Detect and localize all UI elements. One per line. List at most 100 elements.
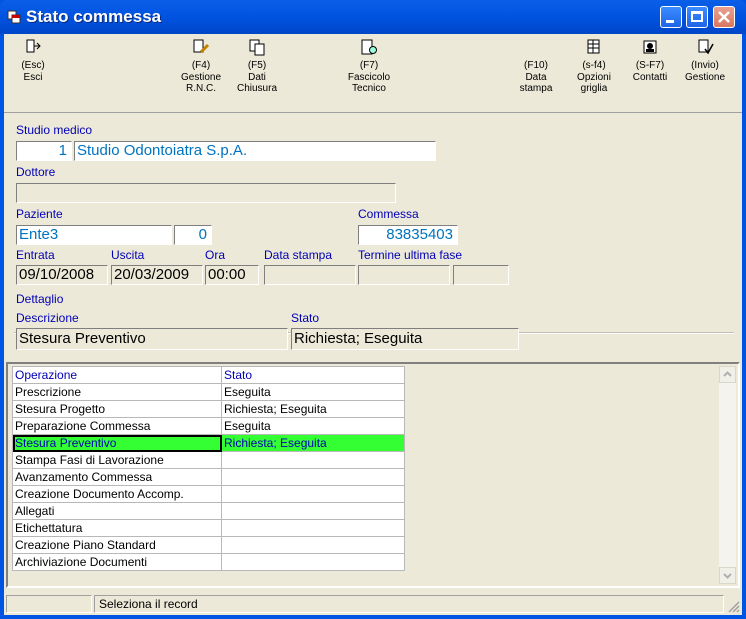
- table-row[interactable]: Stesura Preventivo Richiesta; Eseguita: [12, 434, 405, 452]
- cell-stato[interactable]: [221, 536, 405, 554]
- grid-header-operazione[interactable]: Operazione: [12, 366, 222, 384]
- cell-stato[interactable]: Richiesta; Eseguita: [221, 434, 405, 452]
- cell-stato[interactable]: [221, 451, 405, 469]
- opzioni-griglia-key: (s-f4): [582, 60, 606, 71]
- vertical-scrollbar[interactable]: [719, 366, 736, 584]
- commessa-field[interactable]: 83835403: [358, 225, 458, 245]
- table-row[interactable]: Creazione Piano Standard: [12, 536, 405, 554]
- window-title: Stato commessa: [26, 7, 162, 26]
- data-stampa-key: (F10): [524, 60, 548, 71]
- scroll-up-button[interactable]: [719, 366, 736, 383]
- dati-chiusura-key: (F5): [247, 60, 267, 71]
- status-cell-left: [6, 595, 92, 613]
- contatti-label: Contatti: [632, 71, 668, 83]
- form-panel: Studio medico 1 Studio Odontoiatra S.p.A…: [4, 117, 742, 361]
- opzioni-griglia-label1: Opzioni: [577, 71, 611, 83]
- cell-operazione[interactable]: Archiviazione Documenti: [12, 553, 222, 571]
- paziente-name-field[interactable]: Ente3: [16, 225, 172, 245]
- ora-label: Ora: [205, 248, 226, 262]
- entrata-label: Entrata: [16, 248, 55, 262]
- exit-door-icon: [26, 39, 41, 53]
- entrata-field[interactable]: 09/10/2008: [16, 265, 108, 285]
- cell-stato[interactable]: [221, 468, 405, 486]
- status-text: Seleziona il record: [94, 595, 724, 613]
- cell-operazione[interactable]: Avanzamento Commessa: [12, 468, 222, 486]
- table-row[interactable]: Stampa Fasi di Lavorazione: [12, 451, 405, 469]
- uscita-field[interactable]: 20/03/2009: [111, 265, 203, 285]
- gestione-label: Gestione: [684, 71, 726, 83]
- cell-operazione[interactable]: Preparazione Commessa: [12, 417, 222, 435]
- table-row[interactable]: Etichettatura: [12, 519, 405, 537]
- fascicolo-tecnico-label2: Tecnico: [352, 83, 386, 94]
- dati-chiusura-label1: Dati: [248, 71, 266, 83]
- gestione-button[interactable]: (Invio) Gestione: [682, 38, 728, 83]
- operations-grid[interactable]: Operazione Stato Prescrizione Eseguita Ste…: [6, 362, 740, 588]
- table-row[interactable]: Creazione Documento Accomp.: [12, 485, 405, 503]
- descrizione-field[interactable]: Stesura Preventivo: [16, 328, 288, 350]
- descrizione-label: Descrizione: [16, 311, 79, 325]
- app-icon: [7, 10, 21, 24]
- cell-operazione[interactable]: Prescrizione: [12, 383, 222, 401]
- gestione-rnc-label1: Gestione: [180, 71, 222, 83]
- gestione-rnc-key: (F4): [191, 60, 211, 71]
- exit-label: Esci: [23, 71, 43, 83]
- stato-label: Stato: [291, 311, 320, 325]
- paziente-label: Paziente: [16, 207, 63, 221]
- cell-stato[interactable]: Eseguita: [221, 383, 405, 401]
- cell-stato[interactable]: [221, 519, 405, 537]
- table-row[interactable]: Avanzamento Commessa: [12, 468, 405, 486]
- studio-name-field[interactable]: Studio Odontoiatra S.p.A.: [74, 141, 436, 161]
- cell-operazione[interactable]: Etichettatura: [12, 519, 222, 537]
- cell-operazione[interactable]: Stampa Fasi di Lavorazione: [12, 451, 222, 469]
- cell-stato[interactable]: [221, 502, 405, 520]
- close-button[interactable]: [713, 6, 735, 28]
- termine-field-2[interactable]: [453, 265, 509, 285]
- ora-field[interactable]: 00:00: [205, 265, 259, 285]
- gestione-rnc-label2: R.N.C.: [186, 83, 216, 94]
- cell-operazione[interactable]: Allegati: [12, 502, 222, 520]
- cell-operazione[interactable]: Stesura Progetto: [12, 400, 222, 418]
- contatti-button[interactable]: (S-F7) Contatti: [628, 38, 672, 83]
- table-row[interactable]: Stesura Progetto Richiesta; Eseguita: [12, 400, 405, 418]
- cell-operazione[interactable]: Creazione Piano Standard: [12, 536, 222, 554]
- cell-stato[interactable]: Eseguita: [221, 417, 405, 435]
- fascicolo-tecnico-key: (F7): [359, 60, 379, 71]
- studio-code-field[interactable]: 1: [16, 141, 72, 161]
- data-stampa-label2: stampa: [519, 83, 553, 94]
- table-row[interactable]: Allegati: [12, 502, 405, 520]
- data-stampa-field[interactable]: [264, 265, 356, 285]
- scroll-down-button[interactable]: [719, 567, 736, 584]
- table-row[interactable]: Archiviazione Documenti: [12, 553, 405, 571]
- commessa-label: Commessa: [358, 207, 419, 221]
- cell-stato[interactable]: [221, 485, 405, 503]
- contatti-key: (S-F7): [635, 60, 665, 71]
- minimize-button[interactable]: [660, 6, 682, 28]
- opzioni-griglia-button[interactable]: (s-f4) Opzioni griglia: [572, 38, 616, 95]
- documents-icon: [249, 39, 265, 56]
- table-row[interactable]: Preparazione Commessa Eseguita: [12, 417, 405, 435]
- cell-operazione[interactable]: Stesura Preventivo: [12, 434, 222, 452]
- table-row[interactable]: Prescrizione Eseguita: [12, 383, 405, 401]
- grid-header-stato[interactable]: Stato: [221, 366, 405, 384]
- paziente-code-field[interactable]: 0: [174, 225, 212, 245]
- cell-stato[interactable]: Richiesta; Eseguita: [221, 400, 405, 418]
- dottore-field[interactable]: [16, 183, 396, 203]
- gestione-rnc-button[interactable]: (F4) Gestione R.N.C.: [178, 38, 224, 95]
- dati-chiusura-button[interactable]: (F5) Dati Chiusura: [234, 38, 280, 95]
- maximize-button[interactable]: [686, 6, 708, 28]
- stato-field[interactable]: Richiesta; Eseguita: [291, 328, 519, 350]
- data-stampa-label1: Data: [525, 71, 547, 83]
- exit-button[interactable]: (Esc) Esci: [18, 38, 48, 83]
- fascicolo-tecnico-button[interactable]: (F7) Fascicolo Tecnico: [344, 38, 394, 95]
- operations-table: Operazione Stato Prescrizione Eseguita Ste…: [12, 366, 405, 571]
- data-stampa-button[interactable]: (F10) Data stampa: [514, 60, 558, 95]
- cell-operazione[interactable]: Creazione Documento Accomp.: [12, 485, 222, 503]
- exit-key: (Esc): [21, 60, 45, 71]
- cell-stato[interactable]: [221, 553, 405, 571]
- termine-field-1[interactable]: [358, 265, 450, 285]
- title-bar[interactable]: Stato commessa: [0, 0, 746, 34]
- resize-grip-icon[interactable]: [726, 599, 740, 613]
- uscita-label: Uscita: [111, 248, 145, 262]
- toolbar: (Esc) Esci (F4) Gestione R.N.C. (F5) Dat…: [4, 34, 742, 113]
- gestione-key: (Invio): [691, 60, 719, 71]
